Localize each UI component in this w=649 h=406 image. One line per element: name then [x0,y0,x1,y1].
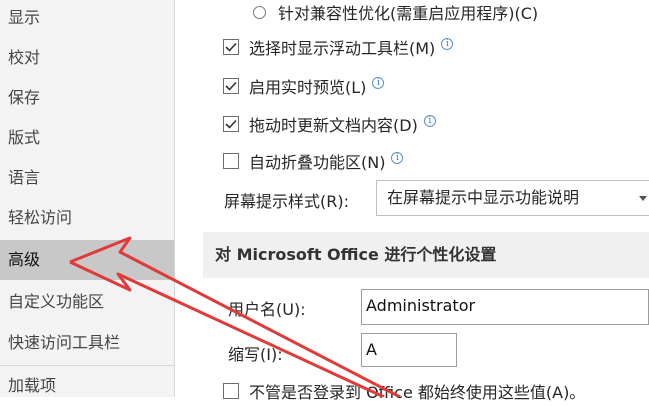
sidebar-item-quick-access-toolbar[interactable]: 快速访问工具栏 [0,323,174,363]
sidebar-item-accessibility[interactable]: 轻松访问 [0,198,174,238]
initials-field[interactable]: A [361,333,457,367]
checkmark-icon [225,119,237,129]
checkmark-icon [225,42,237,52]
auto-collapse-checkbox[interactable] [223,153,239,169]
compat-radio-row[interactable]: 针对兼容性优化(需重启应用程序)(C) [253,0,538,24]
username-label: 用户名(U): [228,300,306,319]
info-icon[interactable]: i [391,152,404,164]
options-sidebar: 显示 校对 保存 版式 语言 轻松访问 高级 自定义功能区 快速访问工具栏 加载… [0,0,175,397]
update-drag-label: 拖动时更新文档内容(D) [249,116,418,135]
checkmark-icon [225,81,237,91]
sidebar-item-display[interactable]: 显示 [0,0,174,38]
auto-collapse-label: 自动折叠功能区(N) [249,153,386,172]
sidebar-item-proofing[interactable]: 校对 [0,38,174,78]
update-drag-checkbox[interactable] [223,116,239,132]
sidebar-item-layout[interactable]: 版式 [0,118,174,158]
chevron-down-icon [639,196,647,201]
always-use-row[interactable]: 不管是否登录到 Office 都始终使用这些值(A)。 [223,379,585,403]
info-icon[interactable]: i [423,115,436,127]
sidebar-item-advanced[interactable]: 高级 [0,240,174,280]
always-use-label: 不管是否登录到 Office 都始终使用这些值(A)。 [249,383,586,402]
live-preview-checkbox[interactable] [223,78,239,94]
screentip-label: 屏幕提示样式(R): [224,192,349,211]
auto-collapse-row[interactable]: 自动折叠功能区(N) i [223,149,404,173]
initials-label: 缩写(I): [228,345,283,364]
screentip-select[interactable]: 在屏幕提示中显示功能说明 [376,180,649,216]
screentip-value: 在屏幕提示中显示功能说明 [387,188,580,207]
info-icon[interactable]: i [441,38,454,50]
live-preview-row[interactable]: 启用实时预览(L) i [223,74,385,98]
compat-radio[interactable] [253,5,266,19]
sidebar-item-save[interactable]: 保存 [0,78,174,118]
sidebar-item-language[interactable]: 语言 [0,158,174,198]
info-icon[interactable]: i [372,77,385,89]
floating-toolbar-checkbox[interactable] [223,39,239,55]
sidebar-item-customize-ribbon[interactable]: 自定义功能区 [0,282,174,322]
floating-toolbar-row[interactable]: 选择时显示浮动工具栏(M) i [223,35,454,59]
compat-radio-label: 针对兼容性优化(需重启应用程序)(C) [278,4,539,23]
username-field[interactable]: Administrator [361,289,649,325]
floating-toolbar-label: 选择时显示浮动工具栏(M) [249,39,436,58]
update-drag-row[interactable]: 拖动时更新文档内容(D) i [223,112,436,136]
live-preview-label: 启用实时预览(L) [249,78,367,97]
sidebar-item-addins[interactable]: 加载项 [0,366,174,406]
personalize-section-heading: 对 Microsoft Office 进行个性化设置 [203,232,649,278]
advanced-options-panel: 针对兼容性优化(需重启应用程序)(C) 选择时显示浮动工具栏(M) i 启用实时… [175,0,649,402]
